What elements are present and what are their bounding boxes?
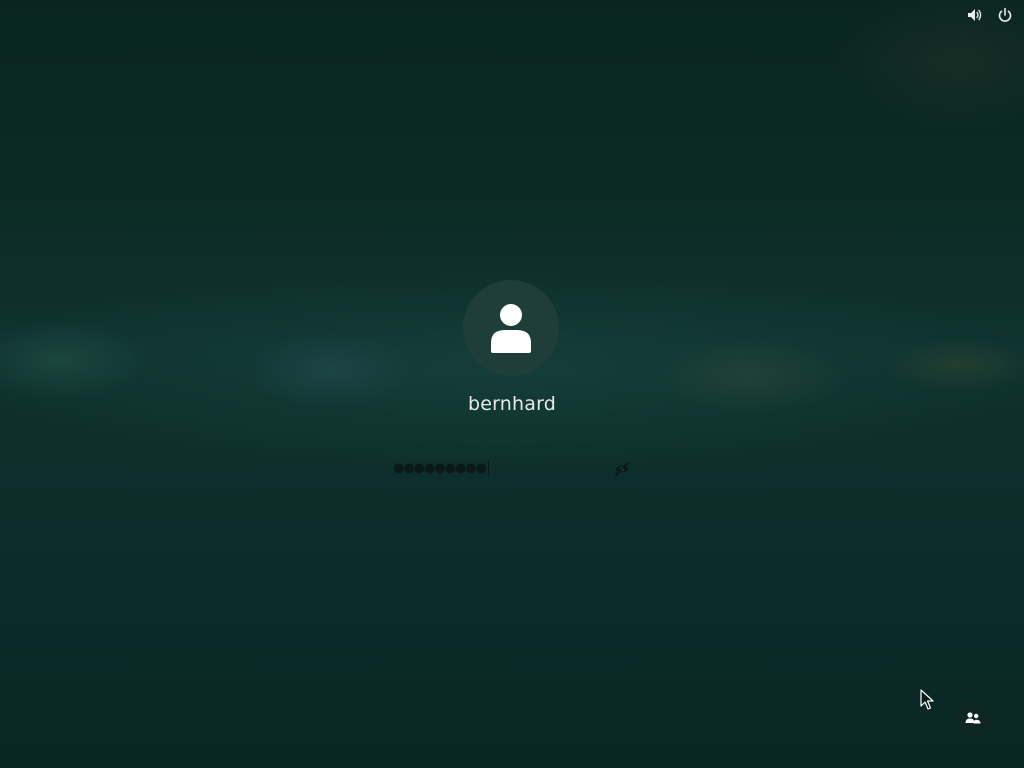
switch-user-button[interactable] — [956, 701, 990, 735]
volume-icon[interactable] — [966, 6, 984, 24]
users-icon — [965, 712, 981, 724]
mouse-pointer-icon — [920, 689, 934, 710]
eye-crossed-icon[interactable] — [613, 460, 631, 478]
text-caret — [488, 461, 490, 477]
password-field[interactable]: ●●●●●●●●● — [381, 452, 643, 486]
user-icon — [491, 304, 531, 353]
power-icon[interactable] — [996, 6, 1014, 24]
user-avatar — [463, 280, 559, 376]
username-label: bernhard — [467, 393, 557, 415]
top-bar — [966, 6, 1014, 24]
password-mask: ●●●●●●●●● — [393, 461, 487, 476]
